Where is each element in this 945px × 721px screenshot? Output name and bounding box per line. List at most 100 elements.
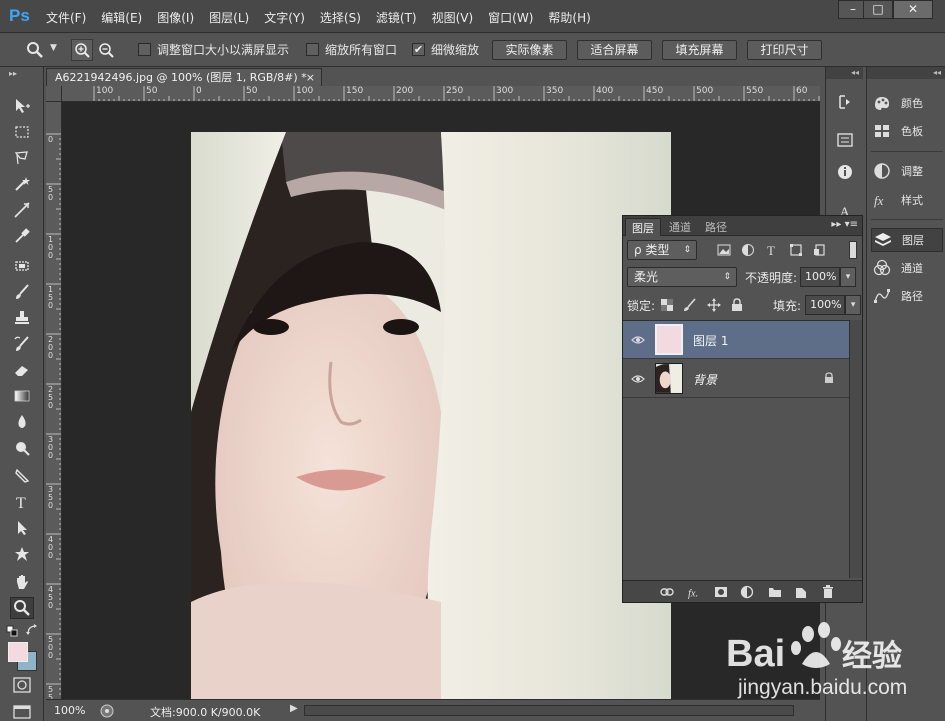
swap-colors-icon[interactable] (26, 624, 38, 636)
tab-channels[interactable]: 通道 (669, 219, 691, 235)
opacity-slider-chevron-down-icon[interactable]: ▾ (840, 267, 857, 287)
layer1-name[interactable]: 图层 1 (693, 332, 728, 349)
lock-pixels-icon[interactable] (683, 298, 697, 312)
menu-type[interactable]: 文字(Y) (264, 9, 305, 26)
zoom-in-button[interactable] (71, 39, 93, 61)
scrubby-zoom-box[interactable]: ✔ (412, 43, 425, 56)
blend-mode-select[interactable]: 柔光 ⇕ (627, 267, 737, 287)
healing-brush-tool[interactable] (10, 255, 34, 277)
hand-tool[interactable] (10, 571, 34, 593)
menu-image[interactable]: 图像(I) (157, 9, 194, 26)
layer-row-layer1[interactable]: 图层 1 (623, 321, 849, 359)
actual-pixels-button[interactable]: 实际像素 (492, 40, 567, 60)
dock-collapse-icon[interactable]: ◂◂ (826, 67, 863, 79)
type-tool[interactable]: T (10, 491, 34, 513)
filter-type-icon[interactable]: T (765, 243, 779, 257)
fill-screen-button[interactable]: 填充屏幕 (662, 40, 737, 60)
add-mask-button[interactable] (714, 585, 728, 599)
filter-pixel-icon[interactable] (717, 244, 731, 256)
paths-panel-button[interactable]: 路径 (871, 284, 943, 308)
delete-layer-button[interactable] (821, 585, 835, 599)
move-tool[interactable] (10, 95, 34, 117)
new-adjustment-button[interactable] (740, 585, 754, 599)
tab-layers[interactable]: 图层 (625, 218, 661, 236)
history-panel-button[interactable] (834, 91, 856, 113)
zoom-tool-icon[interactable] (26, 41, 44, 59)
opacity-input[interactable]: 100% (800, 267, 841, 287)
layer-row-background[interactable]: 背景 (623, 360, 849, 398)
crop-tool[interactable] (10, 199, 34, 221)
new-layer-button[interactable] (794, 585, 808, 599)
pen-tool[interactable] (10, 465, 34, 487)
adjustments-panel-button[interactable]: 调整 (871, 159, 943, 183)
filter-kind-select[interactable]: ρ 类型 ⇕ (627, 240, 697, 260)
menu-view[interactable]: 视图(V) (432, 9, 474, 26)
styles-panel-button[interactable]: fx 样式 (871, 188, 943, 212)
brush-tool[interactable] (10, 281, 34, 303)
background-layer-name[interactable]: 背景 (693, 371, 717, 388)
eyedropper-tool[interactable] (10, 225, 34, 247)
zoom-all-box[interactable] (306, 43, 319, 56)
menu-window[interactable]: 窗口(W) (488, 9, 533, 26)
fill-slider-chevron-down-icon[interactable]: ▾ (845, 295, 862, 315)
link-layers-button[interactable] (660, 585, 674, 599)
properties-panel-button[interactable] (834, 129, 856, 151)
visibility-eye-icon[interactable] (631, 333, 645, 347)
fit-screen-button[interactable]: 适合屏幕 (577, 40, 652, 60)
blur-tool[interactable] (10, 411, 34, 433)
history-brush-tool[interactable] (10, 333, 34, 355)
menu-file[interactable]: 文件(F) (46, 9, 86, 26)
status-menu-arrow-icon[interactable]: ▶ (290, 703, 298, 714)
marquee-tool[interactable] (10, 121, 34, 143)
filter-smartobject-icon[interactable] (813, 243, 827, 257)
layers-scrollbar[interactable] (849, 320, 862, 578)
panel-menu-icon[interactable]: ▸▸ ▾≡ (831, 219, 858, 230)
menu-help[interactable]: 帮助(H) (548, 9, 590, 26)
swatches-panel-button[interactable]: 色板 (871, 119, 943, 143)
info-panel-button[interactable] (834, 161, 856, 183)
zoom-all-windows-checkbox[interactable]: 缩放所有窗口 (306, 41, 397, 58)
default-colors-icon[interactable] (6, 625, 18, 637)
proof-setup-icon[interactable] (100, 704, 114, 718)
filter-toggle-switch[interactable] (849, 241, 857, 259)
zoom-tool[interactable] (10, 597, 34, 619)
zoom-out-button[interactable] (95, 39, 117, 61)
filter-shape-icon[interactable] (789, 243, 803, 257)
foreground-color-swatch[interactable] (8, 642, 28, 662)
tools-collapse-icon[interactable]: ▸▸ (9, 69, 17, 78)
lock-all-icon[interactable] (731, 298, 743, 312)
document-tab[interactable]: A6221942496.jpg @ 100% (图层 1, RGB/8#) * … (46, 68, 322, 86)
channels-panel-button[interactable]: 通道 (871, 256, 943, 280)
magic-wand-tool[interactable] (10, 173, 34, 195)
screen-mode-icon[interactable] (13, 703, 31, 719)
filter-adjustment-icon[interactable] (741, 243, 755, 257)
menu-filter[interactable]: 滤镜(T) (376, 9, 417, 26)
lock-transparent-icon[interactable] (661, 299, 674, 311)
close-button[interactable]: ✕ (893, 0, 933, 19)
resize-windows-box[interactable] (138, 43, 151, 56)
lock-position-icon[interactable] (707, 298, 722, 312)
zoom-level[interactable]: 100% (54, 704, 85, 717)
gradient-tool[interactable] (10, 385, 34, 407)
layer-style-button[interactable]: fx. (688, 585, 702, 599)
custom-shape-tool[interactable] (10, 543, 34, 565)
dodge-tool[interactable] (10, 437, 34, 459)
scrubby-zoom-checkbox[interactable]: ✔ 细微缩放 (412, 41, 479, 58)
document-image[interactable] (191, 132, 671, 699)
menu-select[interactable]: 选择(S) (320, 9, 361, 26)
vertical-ruler[interactable]: 0 5 0 1 0 0 1 5 0 2 0 0 2 5 0 3 0 0 3 5 … (46, 102, 62, 699)
horizontal-ruler[interactable]: 100 50 0 50 100 150 200 250 300 350 400 … (62, 86, 820, 102)
lasso-tool[interactable] (10, 147, 34, 169)
menu-layer[interactable]: 图层(L) (209, 9, 249, 26)
path-selection-tool[interactable] (10, 517, 34, 539)
visibility-eye-icon[interactable] (631, 372, 645, 386)
fill-input[interactable]: 100% (805, 295, 846, 315)
menu-edit[interactable]: 编辑(E) (101, 9, 142, 26)
dock2-collapse-icon[interactable]: ◂◂ (867, 67, 945, 79)
clone-stamp-tool[interactable] (10, 307, 34, 329)
tool-preset-chevron-down-icon[interactable]: ▼ (50, 43, 57, 53)
quick-mask-icon[interactable] (13, 677, 31, 693)
ruler-origin[interactable] (46, 86, 62, 102)
maximize-button[interactable]: □ (863, 0, 893, 19)
tab-paths[interactable]: 路径 (705, 219, 727, 235)
